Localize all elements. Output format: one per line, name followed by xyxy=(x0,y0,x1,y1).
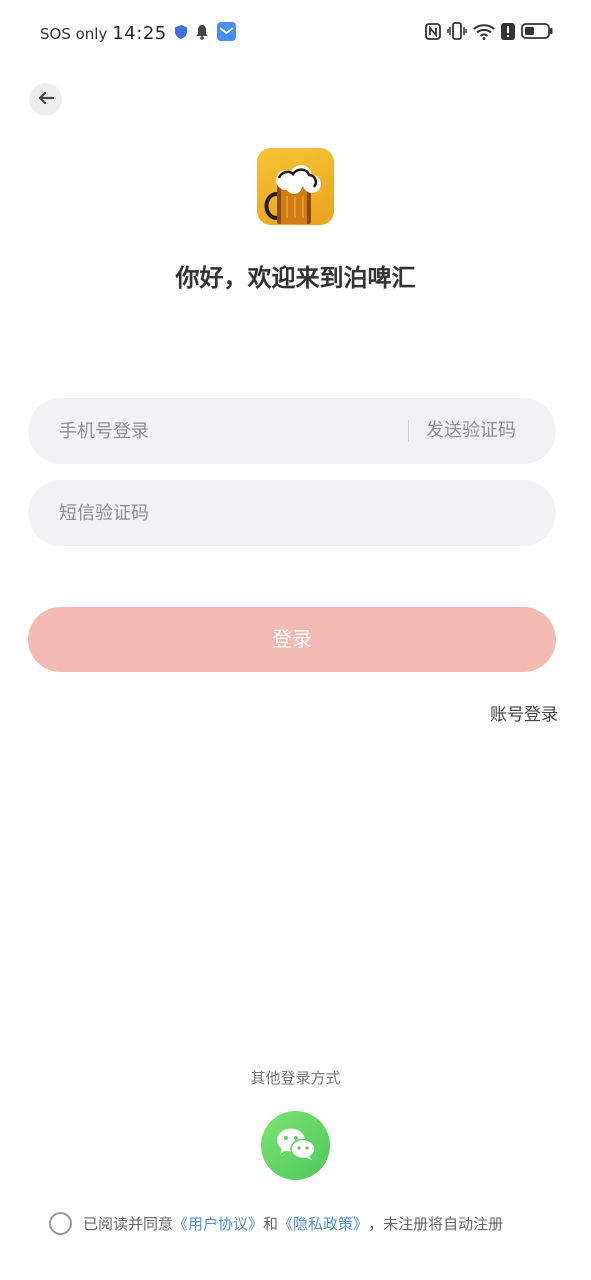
back-button[interactable] xyxy=(29,83,62,116)
clock-time: 14:25 xyxy=(112,23,167,44)
status-left: SOS only 14:25 xyxy=(40,22,236,45)
agreement-and: 和 xyxy=(263,1215,279,1233)
mail-app-icon xyxy=(216,22,236,45)
sms-code-input[interactable] xyxy=(59,480,529,546)
wechat-icon xyxy=(276,1127,316,1165)
agreement-suffix: ，未注册将自动注册 xyxy=(368,1215,504,1233)
login-button[interactable]: 登录 xyxy=(28,607,556,672)
nfc-icon xyxy=(425,22,441,44)
vibrate-icon xyxy=(447,22,467,44)
agreement-row: 已阅读并同意 《用户协议》 和 《隐私政策》 ，未注册将自动注册 xyxy=(49,1212,503,1235)
status-right xyxy=(425,22,553,44)
phone-field: 发送验证码 xyxy=(28,398,556,464)
privacy-policy-link[interactable]: 《隐私政策》 xyxy=(278,1213,368,1234)
arrow-left-icon xyxy=(38,90,54,109)
wifi-icon xyxy=(473,22,495,44)
field-divider xyxy=(408,420,409,442)
user-agreement-link[interactable]: 《用户协议》 xyxy=(173,1213,263,1234)
agreement-prefix: 已阅读并同意 xyxy=(83,1215,174,1233)
phone-input[interactable] xyxy=(59,398,399,464)
carrier-text: SOS only xyxy=(40,24,108,43)
beer-mug-icon xyxy=(257,165,334,225)
alert-icon xyxy=(501,22,515,44)
agreement-checkbox[interactable] xyxy=(49,1212,72,1235)
shield-icon xyxy=(174,24,187,43)
battery-icon xyxy=(521,23,553,43)
sms-code-field xyxy=(28,480,556,546)
account-login-link[interactable]: 账号登录 xyxy=(490,700,558,725)
other-login-title: 其他登录方式 xyxy=(250,1069,341,1087)
send-code-button[interactable]: 发送验证码 xyxy=(426,398,516,464)
welcome-title: 你好，欢迎来到泊啤汇 xyxy=(175,264,416,292)
wechat-login-button[interactable] xyxy=(261,1111,330,1180)
bell-icon xyxy=(195,24,209,44)
app-logo xyxy=(257,148,334,225)
status-bar: SOS only 14:25 xyxy=(0,0,591,66)
